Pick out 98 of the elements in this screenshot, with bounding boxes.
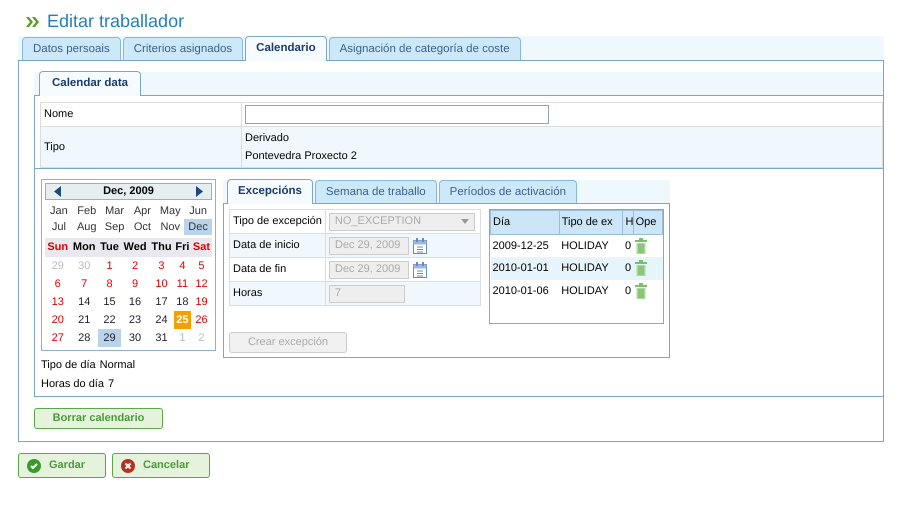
day-cell[interactable]: 18 <box>174 293 191 311</box>
next-icon[interactable] <box>196 186 203 197</box>
month-item[interactable]: Sep <box>100 219 128 235</box>
table-cell: 0 <box>622 280 634 303</box>
day-cell[interactable]: 20 <box>45 311 70 329</box>
day-cell[interactable]: 26 <box>190 311 212 329</box>
tab[interactable]: Calendar data <box>39 71 142 96</box>
tab[interactable]: Datos persoais <box>22 37 121 60</box>
column-header[interactable]: Día <box>490 210 560 234</box>
day-cell[interactable]: 3 <box>149 257 174 275</box>
table-cell: HOLIDAY <box>559 234 623 257</box>
day-cell[interactable]: 11 <box>174 275 191 293</box>
weekday-label: Thu <box>149 238 174 257</box>
table-cell: 0 <box>622 257 634 280</box>
day-cell[interactable]: 19 <box>190 293 212 311</box>
table-cell: 0 <box>622 234 634 257</box>
previous-icon[interactable] <box>54 186 61 197</box>
field-label: Horas <box>233 287 262 300</box>
field-value: Pontevedra Proxecto 2 <box>245 149 358 164</box>
field-label: Tipo de excepción <box>233 215 322 228</box>
weekday-label: Mon <box>70 238 98 257</box>
day-cell[interactable]: 31 <box>149 329 174 347</box>
weekday-label: Sat <box>190 238 212 257</box>
weekday-label: Fri <box>174 238 191 257</box>
tab[interactable]: Calendario <box>245 36 327 61</box>
calendar-icon[interactable] <box>412 262 427 278</box>
month-item[interactable]: Jun <box>184 203 212 219</box>
day-cell[interactable]: 15 <box>98 293 121 311</box>
month-item[interactable]: Apr <box>128 203 156 219</box>
column-header[interactable]: Tipo de ex <box>559 210 623 234</box>
day-cell[interactable]: 5 <box>190 257 212 275</box>
day-cell[interactable]: 29 <box>98 329 121 347</box>
field-value: Derivado <box>245 131 290 146</box>
name-field[interactable] <box>245 105 549 124</box>
day-cell[interactable]: 7 <box>70 275 98 293</box>
trash-icon[interactable] <box>635 283 648 300</box>
trash-icon[interactable] <box>635 238 648 254</box>
day-cell[interactable]: 1 <box>98 257 121 275</box>
field-label: Data de inicio <box>233 239 300 252</box>
check-icon <box>27 458 41 472</box>
day-cell[interactable]: 12 <box>190 275 212 293</box>
month-item[interactable]: Dec <box>184 219 212 235</box>
field-label: Tipo <box>44 140 65 153</box>
table-cell: 2010-01-06 <box>490 280 560 303</box>
info-value: Normal <box>100 358 136 374</box>
info-label: Tipo de día <box>41 358 96 374</box>
day-cell[interactable]: 6 <box>45 275 70 293</box>
table-cell: HOLIDAY <box>559 280 623 303</box>
day-cell[interactable]: 8 <box>98 275 121 293</box>
day-cell[interactable]: 24 <box>149 311 174 329</box>
info-label: Horas do día <box>41 377 104 392</box>
day-cell[interactable]: 14 <box>70 293 98 311</box>
date-field: Dec 29, 2009 <box>328 260 409 278</box>
hours-field: 7 <box>328 284 405 302</box>
weekday-label: Tue <box>98 238 121 257</box>
month-item[interactable]: May <box>156 203 184 219</box>
day-cell[interactable]: 21 <box>70 311 98 329</box>
month-item[interactable]: Jul <box>45 219 73 235</box>
date-field: Dec 29, 2009 <box>328 236 409 254</box>
table-cell: 2009-12-25 <box>490 234 560 257</box>
info-value: 7 <box>108 377 114 392</box>
month-item[interactable]: Mar <box>100 203 128 219</box>
month-item[interactable]: Feb <box>72 203 101 219</box>
table-cell: HOLIDAY <box>559 257 623 280</box>
tab[interactable]: Excepcións <box>227 179 313 204</box>
tab[interactable]: Asignación de categoría de coste <box>328 37 521 60</box>
month-item[interactable]: Aug <box>72 219 101 235</box>
field-label: Nome <box>44 108 74 120</box>
weekday-label: Sun <box>45 238 70 257</box>
tab[interactable]: Períodos de activación <box>438 180 578 203</box>
day-cell[interactable]: 30 <box>120 329 150 347</box>
day-cell[interactable]: 4 <box>174 257 191 275</box>
month-item[interactable]: Jan <box>45 203 73 219</box>
close-icon <box>121 458 135 472</box>
day-cell[interactable]: 16 <box>120 293 150 311</box>
month-item[interactable]: Oct <box>128 219 156 235</box>
field-label: Data de fin <box>233 263 286 276</box>
trash-icon[interactable] <box>635 260 648 276</box>
day-cell[interactable]: 17 <box>149 293 174 311</box>
day-cell[interactable]: 10 <box>149 275 174 293</box>
tab[interactable]: Criterios asignados <box>122 37 244 60</box>
table-cell: 2010-01-01 <box>490 257 560 280</box>
day-cell[interactable]: 28 <box>70 329 98 347</box>
month-title: Dec, 2009 <box>103 184 154 200</box>
day-cell[interactable]: 2 <box>120 257 150 275</box>
day-cell[interactable]: 23 <box>120 311 150 329</box>
double-arrow-icon <box>26 17 39 27</box>
month-item[interactable]: Nov <box>156 219 184 235</box>
column-header[interactable]: Ope <box>633 210 662 234</box>
day-cell[interactable]: 27 <box>45 329 70 347</box>
day-cell[interactable]: 22 <box>98 311 121 329</box>
select-field: NO_EXCEPTION <box>328 212 475 230</box>
day-cell[interactable]: 9 <box>120 275 150 293</box>
weekday-label: Wed <box>120 238 150 257</box>
calendar-icon[interactable] <box>412 238 427 254</box>
day-cell[interactable]: 13 <box>45 293 70 311</box>
page-title: Editar traballador <box>47 11 184 33</box>
tab[interactable]: Semana de traballo <box>314 180 437 203</box>
